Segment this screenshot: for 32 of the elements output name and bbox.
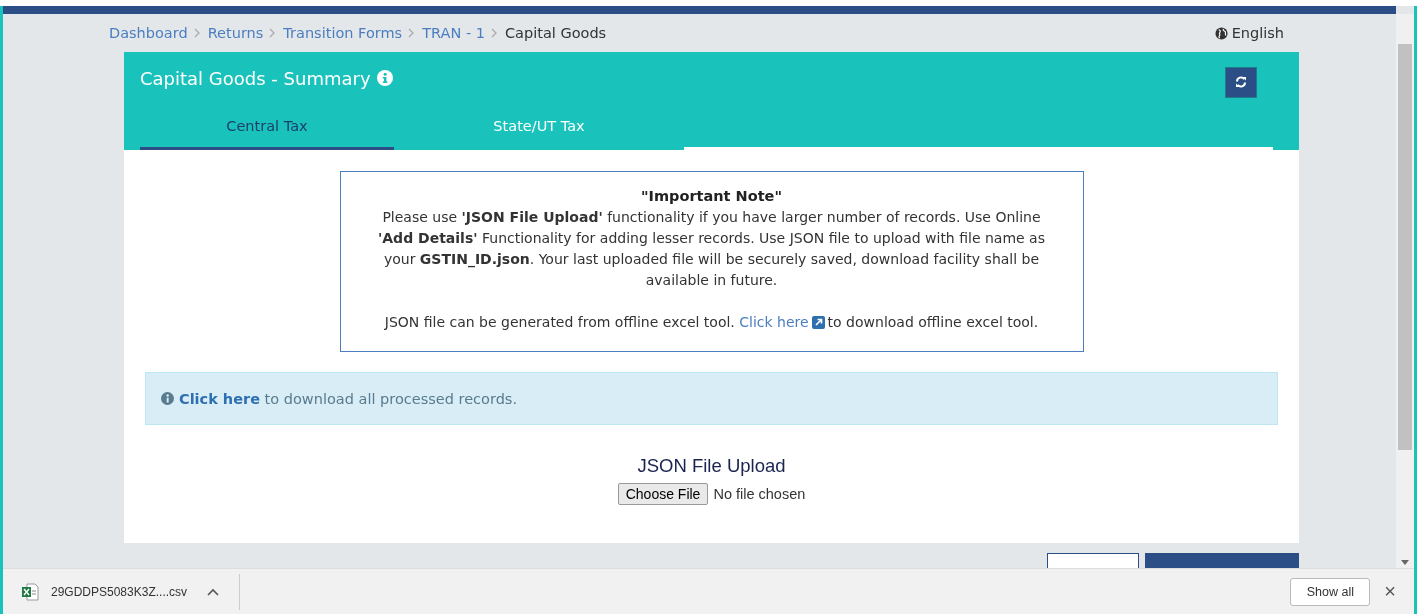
breadcrumb-link[interactable]: TRAN - 1 — [422, 25, 485, 41]
breadcrumb-link[interactable]: Transition Forms — [283, 25, 403, 41]
chevron-icon — [269, 28, 276, 38]
download-file-name[interactable]: 29GDDPS5083K3Z....csv — [51, 584, 188, 599]
choose-file-button[interactable]: Choose File — [617, 483, 709, 505]
refresh-button[interactable] — [1225, 66, 1257, 98]
close-button[interactable]: × — [1382, 580, 1398, 603]
external-link-icon[interactable] — [811, 316, 825, 329]
chevron-icon — [408, 28, 415, 38]
globe-icon — [1214, 26, 1228, 40]
language-link[interactable]: English — [1214, 25, 1284, 41]
breadcrumb-link[interactable]: Returns — [207, 25, 264, 41]
breadcrumb-current: Capital Goods — [504, 25, 607, 41]
upload-title: JSON File Upload — [636, 455, 787, 477]
scrollbar[interactable] — [1396, 14, 1414, 568]
spreadsheet-file-icon — [21, 582, 39, 601]
download-link[interactable]: Click here — [179, 390, 260, 407]
show-all-button[interactable]: Show all — [1290, 577, 1371, 606]
note-heading: "Important Note" — [640, 187, 783, 206]
file-status: No file chosen — [713, 486, 806, 502]
info-icon — [161, 392, 174, 405]
refresh-icon — [1235, 76, 1247, 88]
alert-text: Click here to download all processed records. — [179, 390, 517, 407]
note-text: JSON file can be generated from offline excel tool. Click here to download offline excel tool. — [383, 313, 1040, 332]
chevron-icon — [490, 28, 497, 38]
note-text: Please use 'JSON File Upload' functionality if you have larger number of records. Use Online 'Add Details' Functionality for adding lesser records. Use JSON file to upload with file name as your GSTIN_ID.json. Your last uploaded file will be securely saved, download facility shall be available in future. — [377, 208, 1046, 290]
tab[interactable]: State/UT Tax — [412, 104, 666, 150]
chevron-icon — [193, 28, 200, 38]
scroll-down-icon[interactable] — [1401, 560, 1409, 565]
breadcrumb-link[interactable]: Dashboard — [109, 25, 188, 41]
download-link[interactable]: Click here — [739, 314, 809, 330]
panel-title: Capital Goods - Summary — [140, 67, 371, 89]
